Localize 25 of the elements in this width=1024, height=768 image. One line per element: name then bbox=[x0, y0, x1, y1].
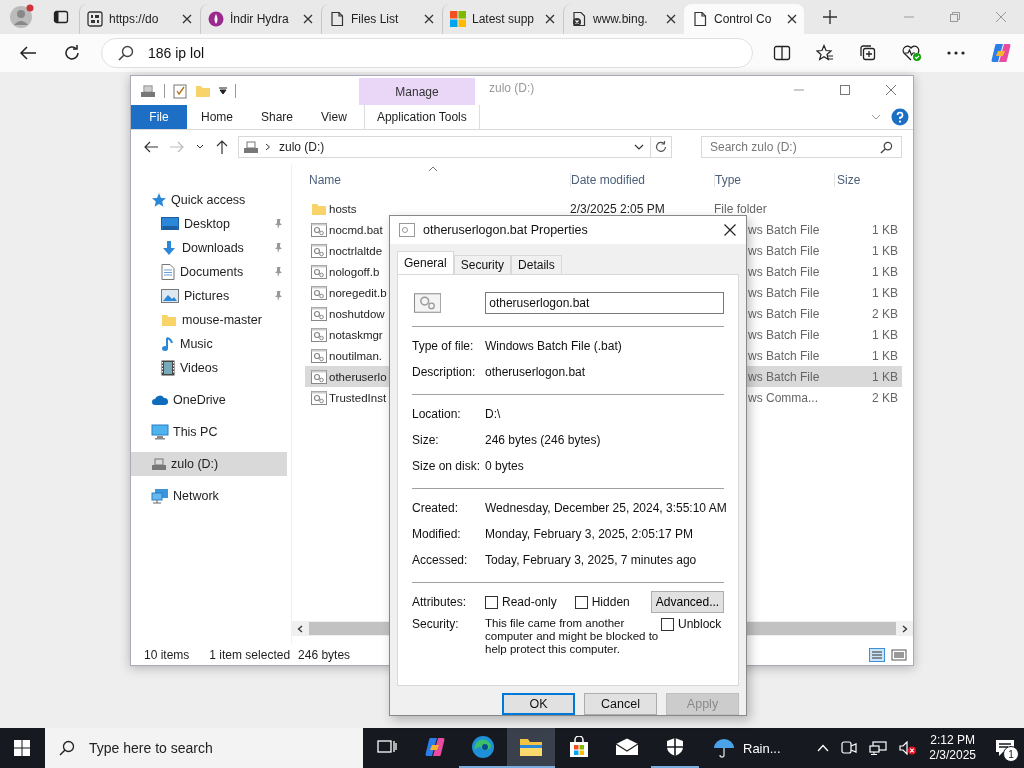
property-label: Size: bbox=[412, 433, 440, 447]
property-value: 246 bytes (246 bytes) bbox=[485, 433, 601, 447]
property-value: Windows Batch File (.bat) bbox=[485, 339, 622, 353]
property-label: Attributes: bbox=[412, 595, 468, 609]
property-label: Accessed: bbox=[412, 553, 469, 567]
property-value: Monday, February 3, 2025, 2:05:17 PM bbox=[485, 527, 693, 541]
property-value: D:\ bbox=[485, 407, 501, 421]
status-text: 1 item selected bbox=[209, 647, 291, 662]
status-text: 10 items bbox=[144, 647, 190, 662]
property-value: 0 bytes bbox=[485, 459, 524, 473]
property-value: Today, February 3, 2025, 7 minutes ago bbox=[485, 553, 697, 567]
status-text: 246 bytes bbox=[298, 647, 351, 662]
security-warning-text: This file came from another computer and might be blocked to help protect this computer. bbox=[485, 617, 659, 656]
property-value: otheruserlogon.bat bbox=[485, 365, 586, 379]
notification-count-badge: 1 bbox=[1003, 746, 1019, 762]
property-label: Modified: bbox=[412, 527, 462, 541]
window-title: zulo (D:) bbox=[489, 81, 535, 95]
property-label: Created: bbox=[412, 501, 460, 515]
property-label: Description: bbox=[412, 365, 477, 379]
property-label: Security: bbox=[412, 617, 460, 631]
property-label: Size on disk: bbox=[412, 459, 482, 473]
property-label: Location: bbox=[412, 407, 462, 421]
property-value: Wednesday, December 25, 2024, 3:55:10 AM bbox=[485, 501, 727, 515]
dialog-title: otheruserlogon.bat Properties bbox=[423, 223, 588, 237]
property-label: Type of file: bbox=[412, 339, 475, 353]
